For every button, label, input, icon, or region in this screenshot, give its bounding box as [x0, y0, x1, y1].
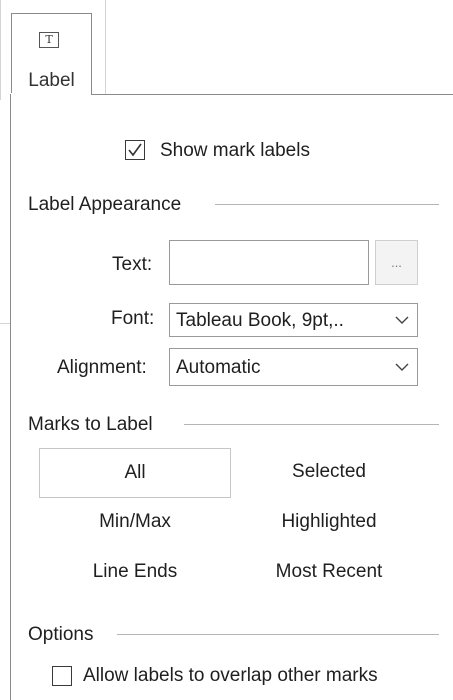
marks-option-selected[interactable]: Selected — [233, 448, 425, 498]
checkmark-icon — [128, 143, 142, 157]
marks-to-label-heading: Marks to Label — [28, 414, 153, 435]
text-field-label: Text: — [112, 254, 153, 275]
label-popup-panel: Show mark labels Label Appearance Text: … — [10, 94, 453, 700]
marks-option-all[interactable]: All — [39, 448, 231, 498]
marks-option-min-max[interactable]: Min/Max — [39, 498, 231, 548]
section-divider — [215, 204, 439, 205]
marks-option-line-ends[interactable]: Line Ends — [39, 548, 231, 598]
font-field-label: Font: — [111, 308, 155, 329]
divider — [0, 0, 1, 100]
alignment-field-label: Alignment: — [57, 357, 147, 378]
label-button-text: Label — [28, 70, 75, 91]
text-input[interactable] — [169, 240, 369, 285]
label-button[interactable]: T Label — [11, 13, 92, 95]
show-mark-labels-label: Show mark labels — [160, 140, 310, 161]
allow-overlap-label: Allow labels to overlap other marks — [83, 665, 378, 686]
chevron-down-icon — [395, 316, 409, 324]
chevron-down-icon — [395, 363, 409, 371]
edit-text-button[interactable]: ... — [375, 240, 418, 285]
options-heading: Options — [28, 624, 94, 645]
text-label-icon: T — [39, 32, 59, 48]
allow-overlap-checkbox[interactable] — [52, 666, 72, 686]
show-mark-labels-checkbox[interactable] — [125, 140, 145, 160]
divider — [0, 323, 10, 324]
divider — [105, 0, 106, 100]
panel-join — [11, 93, 91, 96]
label-appearance-heading: Label Appearance — [28, 194, 182, 215]
section-divider — [184, 424, 439, 425]
section-divider — [117, 634, 439, 635]
alignment-select[interactable]: Automatic — [169, 348, 418, 386]
marks-option-highlighted[interactable]: Highlighted — [233, 498, 425, 548]
marks-option-most-recent[interactable]: Most Recent — [233, 548, 425, 598]
font-select[interactable]: Tableau Book, 9pt,.. — [169, 303, 418, 337]
